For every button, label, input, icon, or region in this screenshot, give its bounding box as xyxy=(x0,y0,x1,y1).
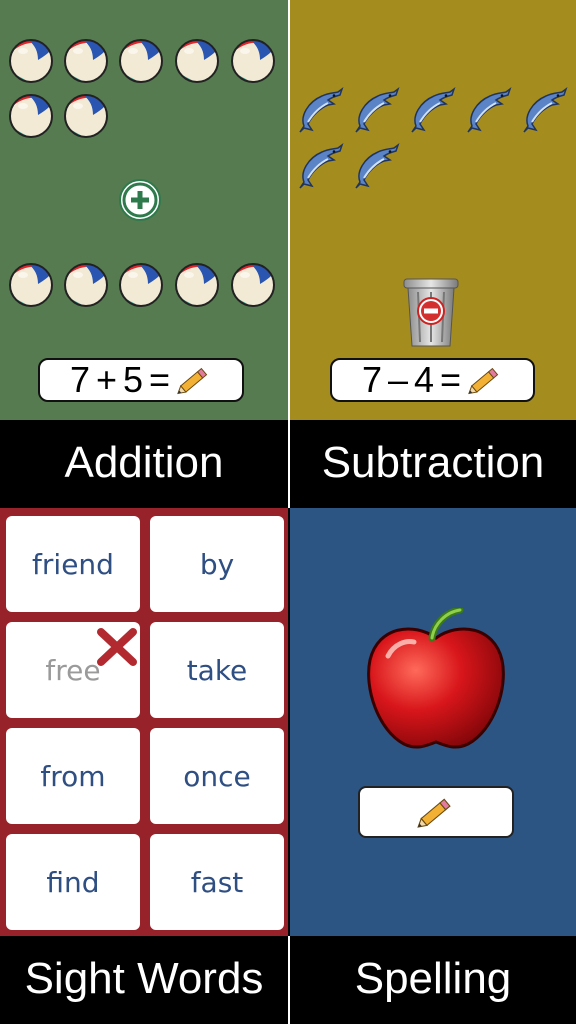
beach-ball-icon xyxy=(174,262,220,308)
beach-ball-icon xyxy=(230,38,276,84)
dolphin-icon xyxy=(298,86,344,133)
dolphin-icon xyxy=(354,142,400,189)
beach-ball-icon xyxy=(118,262,164,308)
dolphin-icon xyxy=(466,86,512,133)
equals-sign: = xyxy=(440,359,462,400)
word-card-by[interactable]: by xyxy=(150,516,284,612)
beach-ball-icon xyxy=(174,38,220,84)
dolphin-icon xyxy=(298,142,344,189)
pencil-icon xyxy=(177,367,208,395)
subtraction-equation[interactable]: 7 – 4 = xyxy=(330,358,535,402)
equals-sign: = xyxy=(149,359,171,400)
spelling-panel[interactable] xyxy=(290,508,576,936)
word-card-fast[interactable]: fast xyxy=(150,834,284,930)
beach-ball-icon xyxy=(8,93,54,139)
plus-circle-icon xyxy=(119,179,161,221)
subtraction-label[interactable]: Subtraction xyxy=(290,420,576,506)
addition-panel[interactable]: 7 + 5 = xyxy=(0,0,288,420)
subtraction-operand-left: 7 xyxy=(361,359,382,400)
addition-label[interactable]: Addition xyxy=(0,420,288,506)
apple-image xyxy=(367,608,505,749)
dolphin-icon xyxy=(522,86,568,133)
subtraction-operator: – xyxy=(387,359,408,400)
trash-minus-icon xyxy=(403,278,459,347)
addition-operand-left: 7 xyxy=(69,359,90,400)
close-x-icon xyxy=(97,628,137,666)
beach-ball-icon xyxy=(8,262,54,308)
sight-words-label[interactable]: Sight Words xyxy=(0,936,288,1022)
subtraction-panel[interactable]: 7 – 4 = xyxy=(290,0,576,420)
word-card-friend[interactable]: friend xyxy=(6,516,140,612)
dolphin-icon xyxy=(410,86,456,133)
word-card-from[interactable]: from xyxy=(6,728,140,824)
pencil-icon xyxy=(468,367,499,395)
pencil-icon xyxy=(417,798,451,828)
word-card-once[interactable]: once xyxy=(150,728,284,824)
word-card-take[interactable]: take xyxy=(150,622,284,718)
addition-equation[interactable]: 7 + 5 = xyxy=(38,358,244,402)
beach-ball-icon xyxy=(230,262,276,308)
subtraction-operand-right: 4 xyxy=(414,359,435,400)
addition-operand-right: 5 xyxy=(123,359,144,400)
sight-words-panel[interactable]: friend by free take from once find fast xyxy=(0,508,288,936)
beach-ball-icon xyxy=(63,262,109,308)
spelling-answer-field[interactable] xyxy=(358,786,514,838)
beach-ball-icon xyxy=(118,38,164,84)
addition-operator: + xyxy=(95,359,117,400)
spelling-label[interactable]: Spelling xyxy=(290,936,576,1022)
beach-ball-icon xyxy=(63,93,109,139)
dolphin-icon xyxy=(354,86,400,133)
beach-ball-icon xyxy=(8,38,54,84)
beach-ball-icon xyxy=(63,38,109,84)
word-card-find[interactable]: find xyxy=(6,834,140,930)
